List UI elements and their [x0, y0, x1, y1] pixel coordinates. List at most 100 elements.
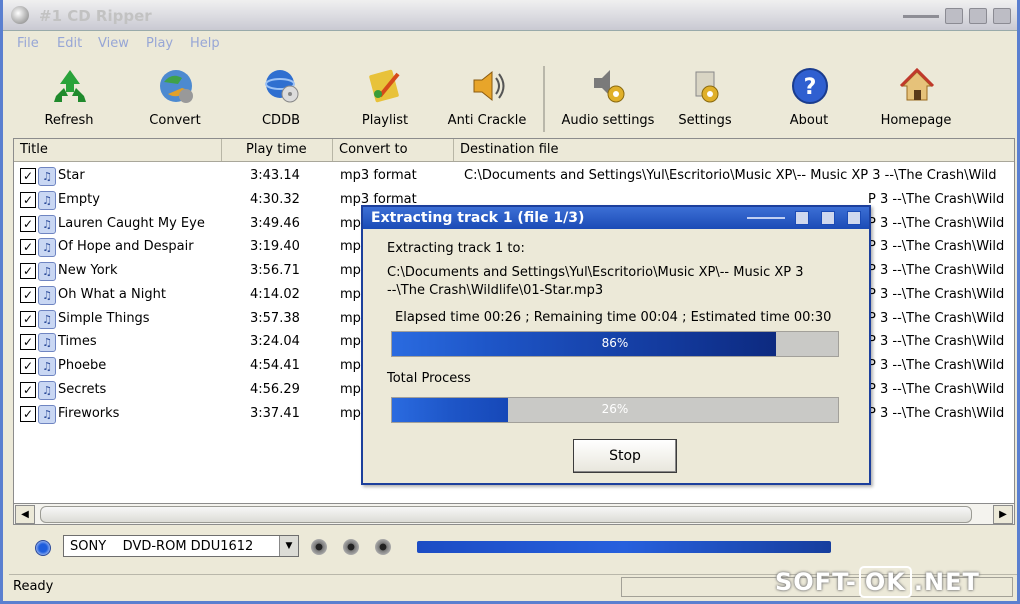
- track-progress-bar: 86%: [391, 331, 839, 357]
- track-destination: P 3 --\The Crash\Wild: [868, 263, 1005, 278]
- track-time: 3:49.46: [250, 216, 300, 231]
- track-destination: C:\Documents and Settings\Yul\Escritorio…: [464, 168, 997, 183]
- homepage-label: Homepage: [880, 113, 952, 128]
- music-note-icon: ♫: [38, 191, 56, 210]
- column-play-time[interactable]: Play time: [222, 139, 333, 161]
- music-note-icon: ♫: [38, 333, 56, 352]
- dialog-minimize-button[interactable]: [795, 211, 809, 225]
- stop-playback-button[interactable]: [375, 539, 391, 555]
- track-time: 4:56.29: [250, 382, 300, 397]
- extract-path-line1: C:\Documents and Settings\Yul\Escritorio…: [387, 265, 804, 280]
- track-checkbox[interactable]: ✓: [20, 216, 36, 232]
- track-checkbox[interactable]: ✓: [20, 382, 36, 398]
- settings-button[interactable]: Settings: [659, 60, 751, 136]
- minimize-button[interactable]: [945, 8, 963, 24]
- track-checkbox[interactable]: ✓: [20, 239, 36, 255]
- chevron-down-icon[interactable]: ▼: [279, 536, 298, 556]
- music-note-icon: ♫: [38, 215, 56, 234]
- track-title: Lauren Caught My Eye: [58, 216, 205, 231]
- track-checkbox[interactable]: ✓: [20, 287, 36, 303]
- anti-crackle-button[interactable]: Anti Crackle: [441, 60, 533, 136]
- track-checkbox[interactable]: ✓: [20, 406, 36, 422]
- music-note-icon: ♫: [38, 238, 56, 257]
- scroll-thumb[interactable]: [40, 506, 972, 523]
- drive-radio[interactable]: [35, 540, 51, 556]
- column-destination[interactable]: Destination file: [454, 139, 1014, 161]
- menu-bar: File Edit View Play Help: [3, 31, 1017, 57]
- cddb-button[interactable]: CDDB: [235, 60, 327, 136]
- stop-button[interactable]: Stop: [573, 439, 677, 473]
- titlebar-decoration: [903, 15, 939, 18]
- track-title: Phoebe: [58, 358, 107, 373]
- playlist-button[interactable]: Playlist: [339, 60, 431, 136]
- track-checkbox[interactable]: ✓: [20, 358, 36, 374]
- drive-select[interactable]: SONY DVD-ROM DDU1612 ▼: [63, 535, 299, 557]
- menu-play[interactable]: Play: [146, 36, 173, 51]
- about-button[interactable]: ? About: [763, 60, 855, 136]
- track-format: mp: [340, 239, 361, 254]
- maximize-button[interactable]: [969, 8, 987, 24]
- toolbar-separator: [543, 66, 545, 132]
- menu-edit[interactable]: Edit: [57, 36, 82, 51]
- dialog-maximize-button[interactable]: [821, 211, 835, 225]
- menu-view[interactable]: View: [98, 36, 129, 51]
- track-progress-label: 86%: [601, 336, 629, 350]
- track-destination: P 3 --\The Crash\Wild: [868, 287, 1005, 302]
- dialog-body: Extracting track 1 to: C:\Documents and …: [369, 231, 863, 477]
- track-title: Times: [58, 334, 97, 349]
- convert-button[interactable]: Convert: [129, 60, 221, 136]
- track-checkbox[interactable]: ✓: [20, 263, 36, 279]
- track-destination: P 3 --\The Crash\Wild: [868, 239, 1005, 254]
- track-format: mp: [340, 382, 361, 397]
- track-title: Empty: [58, 192, 100, 207]
- play-button[interactable]: [311, 539, 327, 555]
- track-time: 3:56.71: [250, 263, 300, 278]
- column-convert-to[interactable]: Convert to: [333, 139, 454, 161]
- track-checkbox[interactable]: ✓: [20, 168, 36, 184]
- track-destination: P 3 --\The Crash\Wild: [868, 406, 1005, 421]
- column-title[interactable]: Title: [14, 139, 222, 161]
- track-title: Fireworks: [58, 406, 120, 421]
- track-checkbox[interactable]: ✓: [20, 311, 36, 327]
- title-bar: #1 CD Ripper: [3, 0, 1017, 31]
- drive-name: SONY DVD-ROM DDU1612: [70, 539, 254, 554]
- close-button[interactable]: [993, 8, 1011, 24]
- playlist-label: Playlist: [361, 113, 409, 128]
- track-title: Secrets: [58, 382, 107, 397]
- track-time: 3:43.14: [250, 168, 300, 183]
- scroll-right-button[interactable]: ▶: [993, 505, 1013, 524]
- track-format: mp: [340, 263, 361, 278]
- music-note-icon: ♫: [38, 262, 56, 281]
- track-format: mp: [340, 216, 361, 231]
- track-destination: P 3 --\The Crash\Wild: [868, 334, 1005, 349]
- track-time: 3:24.04: [250, 334, 300, 349]
- audio-settings-label: Audio settings: [561, 113, 655, 128]
- drive-bar: SONY DVD-ROM DDU1612 ▼: [13, 527, 1013, 571]
- cd-app-icon: [11, 6, 29, 24]
- audio-settings-button[interactable]: Audio settings: [553, 60, 663, 136]
- horizontal-scrollbar[interactable]: ◀ ▶: [13, 503, 1015, 525]
- window-title: #1 CD Ripper: [39, 7, 152, 25]
- track-title: Simple Things: [58, 311, 150, 326]
- track-checkbox[interactable]: ✓: [20, 334, 36, 350]
- scroll-left-button[interactable]: ◀: [15, 505, 35, 524]
- track-format: mp: [340, 311, 361, 326]
- dialog-title: Extracting track 1 (file 1/3): [371, 210, 585, 226]
- track-checkbox[interactable]: ✓: [20, 192, 36, 208]
- track-row[interactable]: ✓ ♫ Star 3:43.14 mp3 format C:\Documents …: [14, 165, 1014, 188]
- watermark-part1: SOFT-: [775, 568, 857, 596]
- dialog-close-button[interactable]: [847, 211, 861, 225]
- homepage-button[interactable]: Homepage: [867, 60, 965, 136]
- playback-seekbar[interactable]: [417, 541, 831, 553]
- home-icon: [899, 67, 935, 101]
- menu-help[interactable]: Help: [190, 36, 220, 51]
- help-icon: ?: [792, 68, 828, 104]
- menu-file[interactable]: File: [17, 36, 39, 51]
- toolbar: Refresh Convert CDDB Playlist Anti Crack…: [13, 60, 1017, 138]
- pause-button[interactable]: [343, 539, 359, 555]
- cddb-label: CDDB: [261, 113, 301, 128]
- settings-label: Settings: [678, 113, 732, 128]
- playlist-icon: [369, 69, 400, 103]
- refresh-button[interactable]: Refresh: [23, 60, 115, 136]
- track-format: mp: [340, 334, 361, 349]
